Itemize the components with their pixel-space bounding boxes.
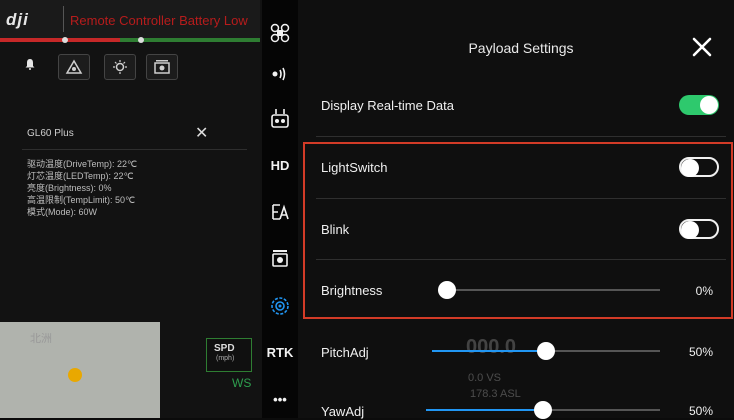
toggle-knob — [681, 221, 699, 239]
slider-thumb[interactable] — [537, 342, 555, 360]
signal-icon[interactable] — [262, 59, 298, 89]
display-settings-icon[interactable] — [262, 197, 298, 227]
light-icon[interactable] — [104, 54, 136, 80]
divider — [316, 136, 726, 137]
blink-toggle[interactable] — [679, 219, 719, 239]
panel-title: Payload Settings — [468, 40, 574, 56]
brightness-slider[interactable] — [438, 280, 660, 300]
pitchadj-slider[interactable] — [432, 341, 660, 361]
slider-track — [438, 289, 660, 291]
vertical-speed-readout: 0.0 VS — [468, 372, 502, 384]
home-point-icon — [68, 368, 82, 382]
pitchadj-value: 50% — [688, 345, 713, 359]
hd-transmission-icon[interactable]: HD — [262, 150, 298, 180]
dji-logo: dji — [6, 10, 29, 29]
wind-speed-label: WS — [232, 376, 252, 390]
brightness-value: 0% — [695, 284, 713, 298]
speed-label: SPD — [214, 343, 235, 354]
remote-controller-icon[interactable] — [262, 104, 298, 134]
display-realtime-label: Display Real-time Data — [321, 98, 454, 113]
battery-marker — [62, 37, 68, 43]
map-label: 北洲 — [30, 333, 52, 345]
toggle-knob — [681, 159, 699, 177]
camera-icon[interactable] — [146, 54, 178, 80]
slider-fill — [426, 409, 543, 411]
yawadj-label: YawAdj — [321, 404, 365, 419]
pitchadj-label: PitchAdj — [321, 345, 369, 360]
telemetry-line: 模式(Mode): 60W — [27, 207, 98, 217]
payload-name: GL60 Plus — [27, 128, 74, 139]
payload-settings-panel: Payload Settings Display Real-time Data … — [298, 0, 734, 420]
yawadj-slider[interactable] — [426, 400, 660, 420]
divider — [316, 198, 726, 199]
toggle-knob — [700, 96, 718, 114]
aircraft-icon[interactable] — [58, 54, 90, 80]
slider-fill — [432, 350, 546, 352]
rtk-icon[interactable]: RTK — [262, 337, 298, 367]
blink-label: Blink — [321, 222, 350, 237]
divider — [316, 259, 726, 260]
slider-thumb[interactable] — [438, 281, 456, 299]
gimbal-camera-icon[interactable] — [262, 243, 298, 273]
bell-icon[interactable] — [24, 58, 36, 70]
slider-thumb[interactable] — [534, 401, 552, 419]
settings-rail: HD RTK ••• — [262, 0, 298, 418]
asl-readout: 178.3 ASL — [470, 388, 521, 400]
speed-unit: (mph) — [216, 355, 235, 362]
battery-warning: Remote Controller Battery Low — [70, 13, 248, 28]
lightswitch-label: LightSwitch — [321, 160, 388, 175]
display-realtime-toggle[interactable] — [679, 95, 719, 115]
payload-settings-icon[interactable] — [262, 291, 298, 321]
lightswitch-toggle[interactable] — [679, 157, 719, 177]
battery-marker — [138, 37, 144, 43]
close-icon[interactable]: ✕ — [195, 123, 208, 143]
battery-bar-low — [0, 38, 120, 42]
yawadj-value: 50% — [688, 404, 713, 418]
brightness-label: Brightness — [321, 283, 383, 298]
divider — [63, 6, 64, 32]
aircraft-settings-icon[interactable] — [262, 18, 298, 48]
more-icon[interactable]: ••• — [262, 384, 298, 414]
divider — [22, 149, 247, 150]
close-icon[interactable] — [690, 35, 714, 59]
status-bar: dji Remote Controller Battery Low — [0, 0, 260, 40]
